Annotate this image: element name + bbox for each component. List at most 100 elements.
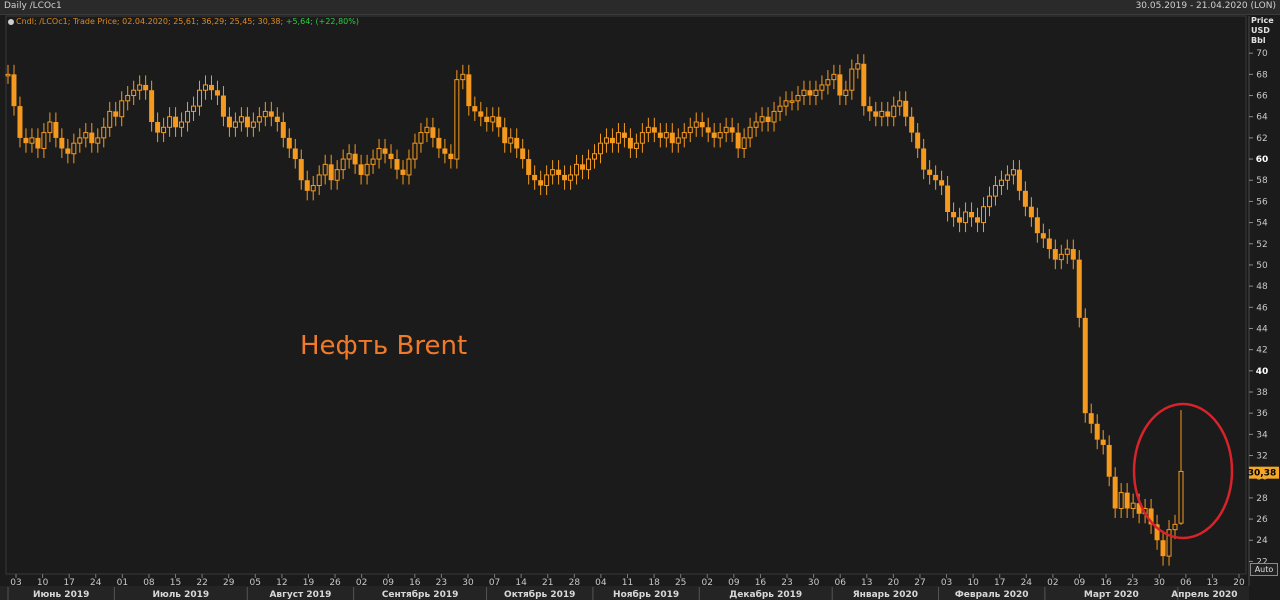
candle-body-up: [131, 89, 137, 97]
x-tick-label: 29: [223, 578, 235, 588]
candle-body-up: [250, 121, 256, 128]
candle-body-up: [681, 132, 687, 139]
y-tick-label: 46: [1256, 303, 1268, 313]
candle-body-down: [358, 164, 364, 175]
month-label: Март 2020: [1084, 590, 1139, 600]
x-tick-label: 22: [196, 578, 207, 588]
auto-scale-button[interactable]: Auto: [1250, 563, 1278, 576]
candle-body-down: [286, 137, 292, 149]
candle-body-down: [945, 185, 951, 212]
x-tick-label: 06: [1180, 578, 1192, 588]
x-tick-label: 02: [356, 578, 367, 588]
candle-body-down: [59, 137, 65, 149]
candle-body-down: [657, 132, 663, 138]
x-tick-label: 20: [1233, 578, 1245, 588]
candle-body-down: [430, 127, 436, 138]
candle-body-down: [113, 111, 119, 117]
candle-body-down: [155, 122, 161, 133]
candle-body-down: [23, 137, 29, 144]
candle-body-down: [448, 153, 454, 160]
x-tick-label: 10: [37, 578, 49, 588]
candle-body-up: [789, 100, 795, 103]
x-tick-label: 03: [941, 578, 952, 588]
candle-body-up: [202, 84, 208, 91]
candle-body-up: [693, 121, 699, 128]
candle-body-down: [627, 137, 633, 149]
candle-body-down: [1070, 249, 1076, 260]
candle-body-down: [208, 84, 214, 91]
candle-body-down: [17, 106, 23, 138]
candle-body-up: [831, 73, 837, 81]
candle-body-down: [699, 122, 705, 128]
candle-body-down: [957, 217, 963, 223]
candle-body-down: [927, 169, 933, 175]
x-tick-label: 12: [276, 578, 287, 588]
y-tick-label: 28: [1256, 494, 1268, 504]
candle-body-down: [11, 74, 17, 107]
x-tick-label: 24: [90, 578, 102, 588]
candle-body-up: [77, 137, 83, 144]
y-tick-label: 70: [1256, 49, 1268, 59]
x-tick-label: 14: [515, 578, 527, 588]
month-label: Август 2019: [269, 590, 331, 600]
y-tick-label: 38: [1256, 388, 1268, 398]
candle-body-up: [819, 84, 825, 91]
candle-body-up: [574, 163, 580, 176]
candle-body-up: [340, 158, 346, 171]
candle-body-down: [268, 111, 274, 117]
candle-body-down: [53, 122, 59, 138]
candle-body-up: [639, 132, 645, 144]
candle-body-up: [364, 163, 370, 176]
x-tick-label: 18: [648, 578, 660, 588]
candle-body-up: [101, 126, 107, 139]
month-label: Июнь 2019: [33, 590, 89, 600]
candle-body-up: [29, 137, 35, 144]
candle-body-up: [1178, 470, 1184, 524]
x-tick-label: 02: [702, 578, 713, 588]
candle-body-down: [442, 148, 448, 154]
candle-body-up: [717, 132, 723, 139]
month-label: Январь 2020: [853, 590, 918, 600]
candle-body-down: [903, 100, 909, 117]
candle-body-up: [1118, 492, 1124, 509]
candle-body-up: [753, 121, 759, 128]
candle-body-up: [998, 179, 1004, 187]
candle-body-up: [406, 158, 412, 176]
candle-body-down: [735, 132, 741, 149]
candle-body-down: [921, 148, 927, 170]
y-tick-label: 36: [1256, 409, 1268, 419]
candle-body-down: [352, 153, 358, 165]
candle-body-up: [849, 68, 855, 91]
x-tick-label: 27: [914, 578, 925, 588]
candle-body-up: [460, 73, 466, 81]
x-tick-label: 24: [1021, 578, 1033, 588]
candle-body-down: [861, 63, 867, 107]
candle-body-down: [975, 217, 981, 223]
y-tick-label: 60: [1256, 155, 1269, 165]
candle-body-down: [621, 132, 627, 138]
candle-body-down: [873, 111, 879, 117]
x-tick-label: 06: [834, 578, 846, 588]
candle-body-down: [274, 116, 280, 122]
candle-body-up: [424, 126, 430, 134]
candle-body-up: [992, 185, 998, 197]
candle-body-down: [478, 111, 484, 117]
candle-body-up: [1064, 248, 1070, 255]
candle-body-up: [1130, 502, 1136, 509]
candlestick-chart[interactable]: 22 24 26 28 30 32 34 36 38 40 42 44 46 48 50 52 54 56 58 60…: [0, 0, 1280, 600]
x-tick-label: 17: [994, 578, 1005, 588]
candle-body-up: [825, 79, 831, 86]
y-tick-label: 58: [1256, 176, 1268, 186]
x-tick-label: 04: [595, 578, 607, 588]
candle-body-up: [771, 110, 777, 123]
candle-body-down: [388, 153, 394, 160]
x-tick-label: 28: [569, 578, 581, 588]
x-tick-label: 13: [861, 578, 872, 588]
candle-body-down: [220, 95, 226, 117]
candle-body-up: [795, 95, 801, 102]
candle-body-down: [226, 116, 232, 128]
candle-body-down: [400, 169, 406, 175]
candle-body-up: [346, 153, 352, 160]
y-tick-label: 40: [1256, 367, 1269, 377]
month-label: Декабрь 2019: [729, 589, 802, 600]
